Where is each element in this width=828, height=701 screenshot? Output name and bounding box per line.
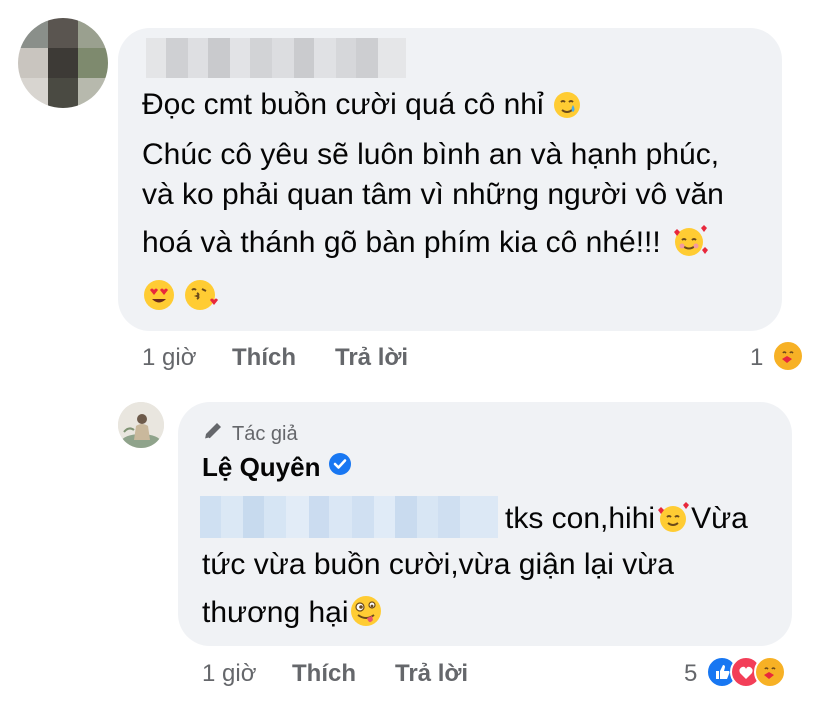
reply-button[interactable]: Trả lời: [335, 344, 408, 372]
smiling-hearts-icon: [669, 224, 709, 268]
author-badge-label: Tác giả: [232, 422, 298, 445]
verified-icon: [328, 452, 352, 483]
comment-line: hoá và thánh gõ bàn phím kia cô nhé!!!: [142, 224, 709, 268]
reply-button[interactable]: Trả lời: [395, 660, 468, 688]
tagged-name-blurred[interactable]: [200, 496, 498, 538]
kiss-heart-icon: [184, 278, 220, 322]
commenter-avatar[interactable]: [18, 18, 108, 108]
author-name[interactable]: Lệ Quyên: [202, 452, 352, 483]
zany-face-icon: [349, 594, 383, 638]
author-badge: Tác giả: [202, 420, 298, 448]
author-avatar[interactable]: [118, 402, 164, 448]
smiling-hearts-icon: [655, 502, 691, 544]
reply-line: tức vừa buồn cười,vừa giận lại vừa: [202, 548, 674, 581]
comment-line: Đọc cmt buồn cười quá cô nhỉ: [142, 86, 582, 130]
comment-line: và ko phải quan tâm vì những người vô vă…: [142, 178, 724, 211]
smile-tear-icon: [552, 90, 582, 130]
reaction-summary[interactable]: [706, 656, 786, 688]
comment-timestamp[interactable]: 1 giờ: [142, 344, 196, 372]
commenter-name-blurred[interactable]: [146, 38, 406, 78]
reply-line: tks con,hihi Vừa: [505, 500, 748, 544]
comment-emoji-line: [142, 278, 220, 322]
reaction-summary[interactable]: [772, 340, 804, 372]
reply-line: thương hại: [202, 594, 383, 638]
pencil-icon: [202, 420, 224, 448]
care-icon: [772, 340, 804, 372]
reply-timestamp[interactable]: 1 giờ: [202, 660, 256, 688]
like-button[interactable]: Thích: [232, 344, 296, 372]
care-icon: [754, 656, 786, 688]
reaction-count[interactable]: 1: [750, 344, 763, 372]
reaction-count[interactable]: 5: [684, 660, 697, 688]
like-button[interactable]: Thích: [292, 660, 356, 688]
heart-eyes-icon: [142, 278, 176, 322]
comment-line: Chúc cô yêu sẽ luôn bình an và hạnh phúc…: [142, 138, 720, 171]
author-name-text[interactable]: Lệ Quyên: [202, 452, 320, 483]
